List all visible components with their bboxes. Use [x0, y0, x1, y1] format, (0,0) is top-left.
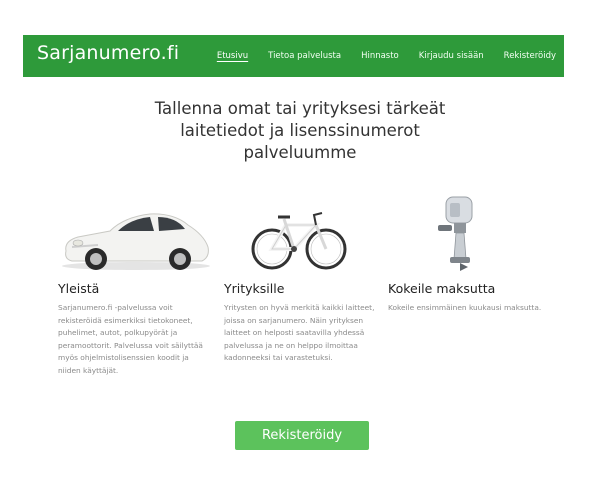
nav-link-hinnasto[interactable]: Hinnasto [361, 51, 399, 61]
hero-heading: Tallenna omat tai yrityksesi tärkeät lai… [150, 98, 450, 164]
feature-free-trial: Kokeile maksutta Kokeile ensimmäinen kuu… [388, 195, 543, 315]
top-navbar: Sarjanumero.fi Etusivu Tietoa palvelusta… [23, 35, 564, 77]
feature-title: Yleistä [58, 281, 100, 296]
feature-text: Yritysten on hyvä merkitä kaikki laittee… [224, 303, 375, 363]
brand-logo[interactable]: Sarjanumero.fi [37, 42, 179, 64]
nav-link-tietoa-palvelusta[interactable]: Tietoa palvelusta [268, 51, 341, 61]
hero-line-2: laitetiedot ja lisenssinumerot [180, 121, 420, 140]
hero-line-3: palveluumme [243, 143, 357, 162]
feature-business: Yrityksille Yritysten on hyvä merkitä ka… [224, 195, 379, 365]
feature-title: Kokeile maksutta [388, 281, 496, 296]
nav-link-kirjaudu-sisaan[interactable]: Kirjaudu sisään [419, 51, 484, 61]
hero-line-1: Tallenna omat tai yrityksesi tärkeät [154, 99, 446, 118]
main-nav: Etusivu Tietoa palvelusta Hinnasto Kirja… [197, 35, 556, 77]
nav-link-rekisteroidy[interactable]: Rekisteröidy [504, 51, 556, 61]
feature-text: Sarjanumero.fi -palvelussa voit rekister… [58, 303, 203, 375]
register-button[interactable]: Rekisteröidy [235, 421, 369, 450]
nav-link-etusivu[interactable]: Etusivu [217, 51, 248, 61]
feature-general: Yleistä Sarjanumero.fi -palvelussa voit … [58, 195, 213, 378]
bicycle-image [224, 195, 379, 275]
feature-text: Kokeile ensimmäinen kuukausi maksutta. [388, 303, 542, 312]
outboard-motor-image [388, 195, 543, 275]
car-image [58, 195, 213, 275]
feature-title: Yrityksille [224, 281, 285, 296]
